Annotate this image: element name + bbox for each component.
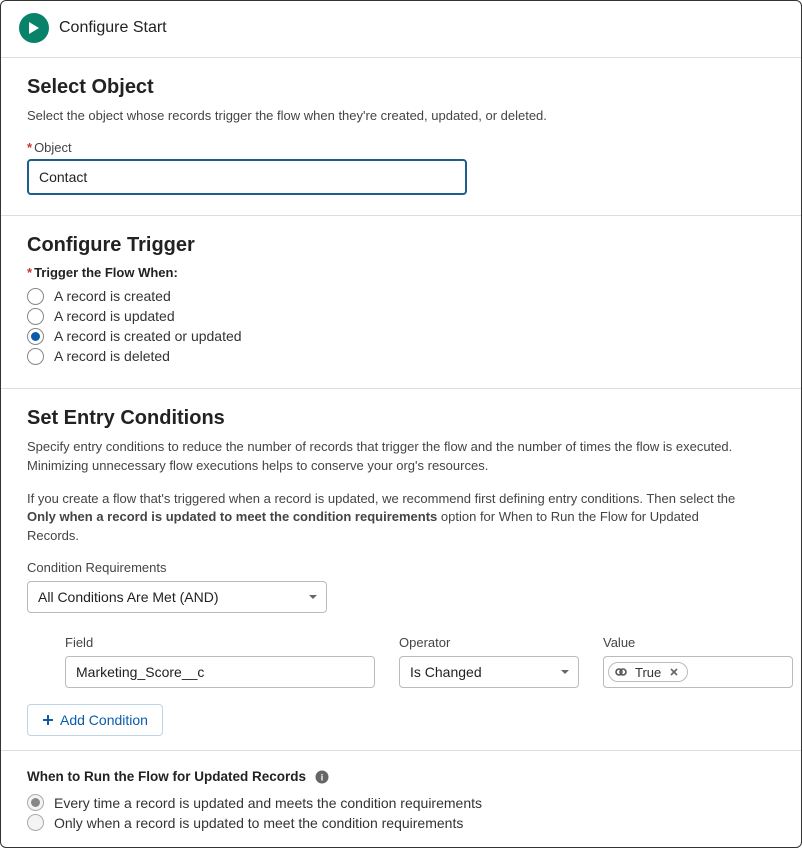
remove-value-button[interactable]	[667, 665, 681, 679]
select-object-help: Select the object whose records trigger …	[27, 107, 667, 126]
configure-trigger-title: Configure Trigger	[27, 234, 775, 257]
radio-icon	[27, 794, 44, 811]
entry-conditions-section: Set Entry Conditions Specify entry condi…	[1, 389, 801, 750]
condition-row: Field Operator Is Changed Value Tru	[27, 635, 775, 688]
trigger-radio-group: A record is created A record is updated …	[27, 288, 775, 365]
info-icon[interactable]: i	[314, 769, 329, 784]
chevron-down-icon	[308, 594, 318, 600]
trigger-option-created-or-updated[interactable]: A record is created or updated	[27, 328, 775, 345]
radio-icon	[27, 328, 44, 345]
plus-icon	[42, 714, 54, 726]
condition-field-input[interactable]	[65, 656, 375, 688]
entry-conditions-help-1: Specify entry conditions to reduce the n…	[27, 438, 747, 476]
when-run-every-time[interactable]: Every time a record is updated and meets…	[27, 794, 775, 811]
trigger-option-deleted[interactable]: A record is deleted	[27, 348, 775, 365]
chevron-down-icon	[560, 669, 570, 675]
trigger-option-created[interactable]: A record is created	[27, 288, 775, 305]
entry-conditions-title: Set Entry Conditions	[27, 407, 775, 430]
condition-value-col: Value True	[603, 635, 793, 688]
condition-field-col: Field	[65, 635, 375, 688]
when-to-run-title: When to Run the Flow for Updated Records	[27, 769, 306, 784]
radio-icon	[27, 348, 44, 365]
condition-operator-select[interactable]: Is Changed	[399, 656, 579, 688]
trigger-when-label: *Trigger the Flow When:	[27, 265, 775, 280]
object-input[interactable]	[27, 159, 467, 195]
condition-operator-col: Operator Is Changed	[399, 635, 579, 688]
value-pill: True	[608, 662, 688, 682]
panel-header: Configure Start	[1, 1, 801, 58]
object-field-label: *Object	[27, 140, 775, 155]
start-icon	[19, 13, 49, 43]
condition-requirements-label: Condition Requirements	[27, 560, 775, 575]
trigger-option-updated[interactable]: A record is updated	[27, 308, 775, 325]
radio-icon	[27, 288, 44, 305]
panel-title: Configure Start	[59, 19, 167, 37]
condition-requirements-select[interactable]: All Conditions Are Met (AND)	[27, 581, 327, 613]
when-to-run-section: When to Run the Flow for Updated Records…	[1, 751, 801, 844]
svg-text:i: i	[320, 772, 323, 782]
add-condition-button[interactable]: Add Condition	[27, 704, 163, 736]
when-run-only-when-updated[interactable]: Only when a record is updated to meet th…	[27, 814, 775, 831]
condition-value-input[interactable]: True	[603, 656, 793, 688]
select-object-section: Select Object Select the object whose re…	[1, 58, 801, 216]
entry-conditions-help-2: If you create a flow that's triggered wh…	[27, 490, 747, 547]
resource-icon	[613, 664, 629, 680]
configure-trigger-section: Configure Trigger *Trigger the Flow When…	[1, 216, 801, 389]
radio-icon	[27, 814, 44, 831]
select-object-title: Select Object	[27, 76, 775, 99]
configure-start-panel: Configure Start Select Object Select the…	[0, 0, 802, 848]
when-to-run-radio-group: Every time a record is updated and meets…	[27, 794, 775, 831]
radio-icon	[27, 308, 44, 325]
